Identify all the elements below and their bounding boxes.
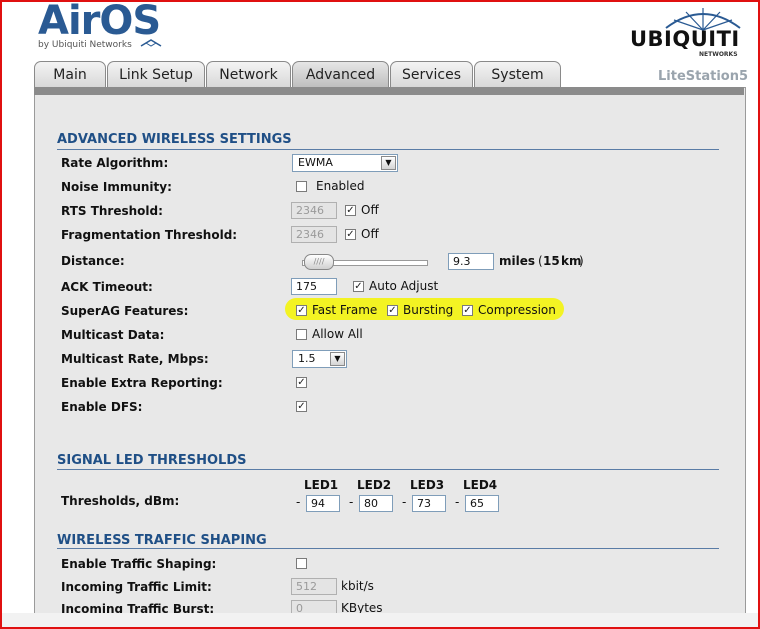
- led4-dash: -: [455, 495, 460, 509]
- enable-traffic-shaping-label: Enable Traffic Shaping:: [61, 557, 217, 571]
- ubiquiti-networks-label: NETWORKS: [699, 51, 738, 58]
- rate-algorithm-label: Rate Algorithm:: [61, 156, 169, 170]
- rate-algorithm-select[interactable]: EWMA ▼: [292, 154, 398, 172]
- traffic-shaping-heading: WIRELESS TRAFFIC SHAPING: [57, 533, 267, 548]
- noise-immunity-option: Enabled: [316, 179, 365, 193]
- tab-link-setup[interactable]: Link Setup: [107, 61, 205, 87]
- compression-label: Compression: [478, 303, 556, 317]
- multicast-data-label: Multicast Data:: [61, 328, 165, 342]
- tab-services[interactable]: Services: [390, 61, 473, 87]
- multicast-allow-all-label: Allow All: [312, 327, 363, 341]
- tab-network[interactable]: Network: [206, 61, 291, 87]
- panel-top-bar: [34, 87, 744, 95]
- led-thresholds-heading: SIGNAL LED THRESHOLDS: [57, 453, 247, 468]
- distance-input[interactable]: 9.3: [448, 253, 494, 270]
- tab-advanced[interactable]: Advanced: [292, 61, 389, 87]
- device-name: LiteStation5: [658, 69, 749, 84]
- led3-input[interactable]: 73: [412, 495, 446, 512]
- led4-input[interactable]: 65: [465, 495, 499, 512]
- chevron-down-icon: ▼: [381, 156, 396, 170]
- fragmentation-off-checkbox[interactable]: ✓: [345, 229, 356, 240]
- ubiquiti-bird-icon: [140, 39, 162, 47]
- incoming-limit-unit: kbit/s: [341, 579, 374, 593]
- distance-slider-handle[interactable]: ////: [304, 254, 334, 270]
- led2-input[interactable]: 80: [359, 495, 393, 512]
- compression-checkbox[interactable]: ✓: [462, 305, 473, 316]
- ack-timeout-label: ACK Timeout:: [61, 280, 153, 294]
- led1-header: LED1: [304, 478, 339, 492]
- rts-off-label: Off: [361, 203, 379, 217]
- auto-adjust-checkbox[interactable]: ✓: [353, 281, 364, 292]
- led2-header: LED2: [357, 478, 392, 492]
- led1-input[interactable]: 94: [306, 495, 340, 512]
- bursting-label: Bursting: [403, 303, 454, 317]
- window-bottom-edge: [2, 613, 758, 627]
- fragmentation-off-label: Off: [361, 227, 379, 241]
- multicast-rate-label: Multicast Rate, Mbps:: [61, 352, 209, 366]
- dfs-label: Enable DFS:: [61, 400, 143, 414]
- distance-paren-close: ): [579, 254, 584, 268]
- auto-adjust-label: Auto Adjust: [369, 279, 439, 293]
- section-divider: [57, 469, 719, 470]
- enable-traffic-shaping-checkbox[interactable]: [296, 558, 307, 569]
- superag-features-label: SuperAG Features:: [61, 304, 189, 318]
- rts-threshold-label: RTS Threshold:: [61, 204, 163, 218]
- window-frame: AirOS ™ by Ubiquiti Networks UBIQUITI NE…: [0, 0, 760, 629]
- rts-off-checkbox[interactable]: ✓: [345, 205, 356, 216]
- tab-system[interactable]: System: [474, 61, 561, 87]
- fragmentation-threshold-input[interactable]: 2346: [291, 226, 337, 243]
- noise-immunity-checkbox[interactable]: [296, 181, 307, 192]
- fragmentation-threshold-label: Fragmentation Threshold:: [61, 228, 238, 242]
- ubiquiti-wordmark: UBIQUITI: [630, 27, 740, 51]
- section-divider: [57, 149, 719, 150]
- bursting-checkbox[interactable]: ✓: [387, 305, 398, 316]
- thresholds-label: Thresholds, dBm:: [61, 494, 180, 508]
- led2-dash: -: [349, 495, 354, 509]
- chevron-down-icon: ▼: [330, 352, 345, 366]
- led1-dash: -: [296, 495, 301, 509]
- section-divider: [57, 548, 719, 549]
- dfs-checkbox[interactable]: ✓: [296, 401, 307, 412]
- fast-frame-checkbox[interactable]: ✓: [296, 305, 307, 316]
- distance-unit-miles: miles: [499, 254, 536, 268]
- fast-frame-label: Fast Frame: [312, 303, 378, 317]
- led4-header: LED4: [463, 478, 498, 492]
- rate-algorithm-value: EWMA: [298, 156, 333, 169]
- led3-dash: -: [402, 495, 407, 509]
- ack-timeout-input[interactable]: 175: [291, 278, 337, 295]
- noise-immunity-label: Noise Immunity:: [61, 180, 172, 194]
- multicast-rate-select[interactable]: 1.5 ▼: [292, 350, 347, 368]
- extra-reporting-label: Enable Extra Reporting:: [61, 376, 223, 390]
- advanced-wireless-heading: ADVANCED WIRELESS SETTINGS: [57, 132, 292, 147]
- distance-km-value: 15: [543, 254, 560, 268]
- incoming-limit-label: Incoming Traffic Limit:: [61, 580, 212, 594]
- led3-header: LED3: [410, 478, 445, 492]
- distance-label: Distance:: [61, 254, 125, 268]
- airos-byline: by Ubiquiti Networks: [38, 40, 132, 50]
- distance-paren-open: (: [538, 254, 543, 268]
- trademark-mark: ™: [143, 4, 152, 14]
- tab-main[interactable]: Main: [34, 61, 106, 87]
- extra-reporting-checkbox[interactable]: ✓: [296, 377, 307, 388]
- multicast-allow-all-checkbox[interactable]: [296, 329, 307, 340]
- multicast-rate-value: 1.5: [298, 352, 316, 365]
- rts-threshold-input[interactable]: 2346: [291, 202, 337, 219]
- incoming-limit-input[interactable]: 512: [291, 578, 337, 595]
